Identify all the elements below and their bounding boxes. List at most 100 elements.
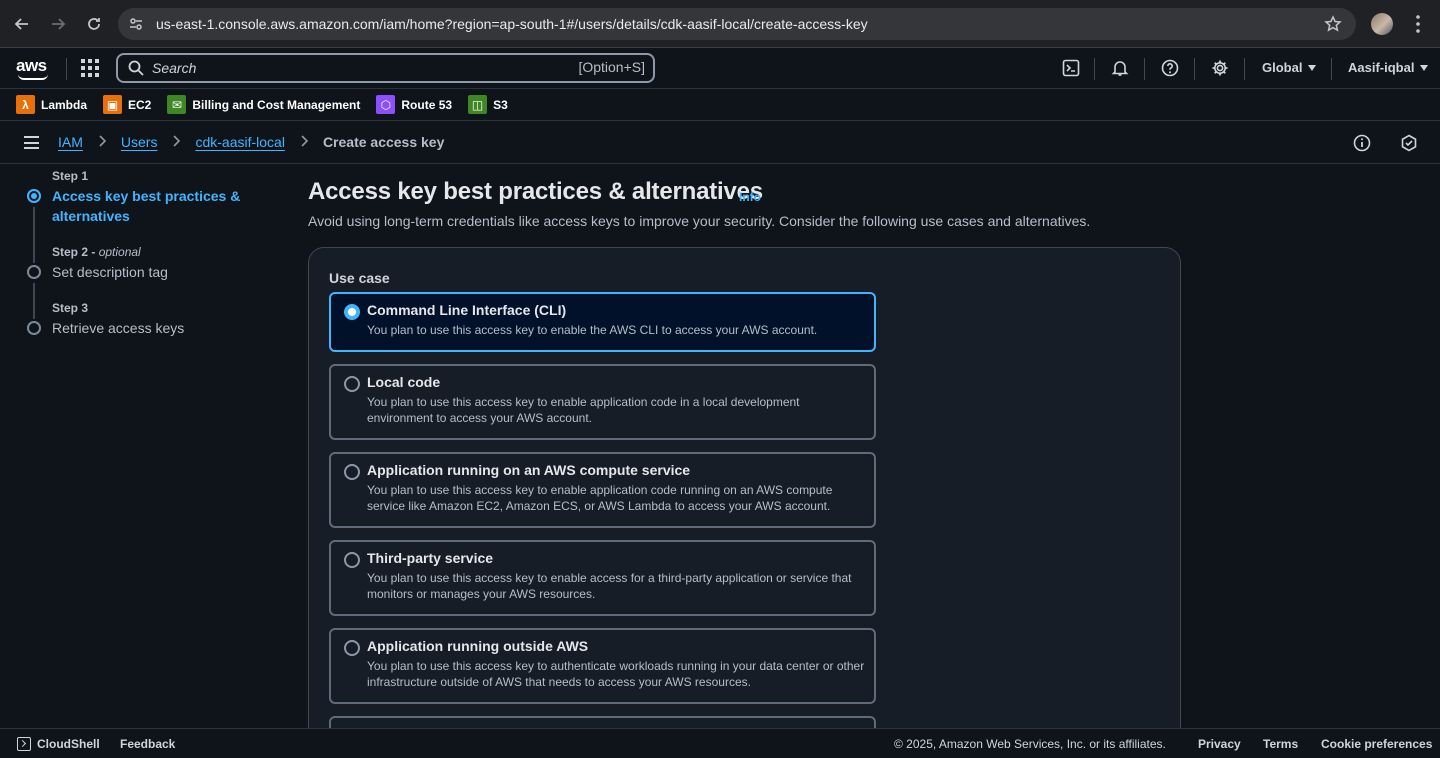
route53-icon: ⬡ (376, 95, 396, 114)
cloudshell-link[interactable]: CloudShell (37, 737, 100, 751)
favorite-route53[interactable]: ⬡ Route 53 (376, 95, 452, 114)
chevron-right-icon (171, 134, 181, 150)
option-description: You plan to use this access key to enabl… (367, 323, 818, 337)
option-title: Application running on an AWS compute se… (367, 462, 691, 478)
breadcrumb-user[interactable]: cdk-aasif-local (195, 134, 284, 150)
favorite-label: Route 53 (401, 97, 453, 112)
bookmark-star-icon[interactable] (1324, 15, 1342, 38)
aws-logo[interactable]: aws (16, 56, 48, 80)
option-title: Local code (367, 374, 441, 390)
site-settings-icon[interactable] (128, 16, 144, 32)
aws-logo-text: aws (16, 56, 47, 75)
privacy-link[interactable]: Privacy (1198, 737, 1241, 751)
step-3-title: Retrieve access keys (52, 320, 185, 336)
feedback-link[interactable]: Feedback (120, 737, 175, 751)
option-cli[interactable]: Command Line Interface (CLI) You plan to… (329, 292, 876, 352)
breadcrumb: IAM Users cdk-aasif-local Create access … (58, 134, 444, 150)
favorite-label: Billing and Cost Management (192, 97, 361, 112)
back-arrow-icon[interactable] (10, 12, 34, 36)
step-2-label: Step 2 - optional (52, 245, 141, 259)
step-2-title: Set description tag (52, 264, 168, 280)
terms-link[interactable]: Terms (1263, 737, 1298, 751)
favorite-lambda[interactable]: λ Lambda (16, 95, 87, 114)
radio-button[interactable] (344, 640, 360, 656)
lambda-icon: λ (16, 95, 35, 114)
cookie-preferences-link[interactable]: Cookie preferences (1321, 737, 1432, 751)
info-link[interactable]: Info (739, 190, 761, 204)
option-title: Third-party service (367, 550, 494, 566)
step-3-label: Step 3 (52, 301, 89, 315)
divider (66, 58, 67, 80)
option-description: You plan to use this access key to enabl… (367, 395, 800, 425)
bell-icon[interactable] (1111, 59, 1129, 77)
search-shortcut: [Option+S] (578, 59, 645, 75)
profile-avatar[interactable] (1371, 13, 1393, 35)
page-description: Avoid using long-term credentials like a… (308, 213, 1091, 229)
option-aws-compute[interactable]: Application running on an AWS compute se… (329, 452, 876, 528)
radio-button[interactable] (344, 552, 360, 568)
divider (1331, 58, 1332, 80)
console-footer: CloudShell Feedback © 2025, Amazon Web S… (0, 728, 1440, 758)
step-connector (33, 207, 35, 263)
favorite-label: Lambda (41, 97, 88, 112)
radio-button[interactable] (344, 376, 360, 392)
cloudshell-icon[interactable] (1062, 59, 1080, 77)
step-1-title[interactable]: Access key best practices & alternatives (52, 186, 252, 226)
account-menu[interactable]: Aasif-iqbal (1348, 60, 1429, 75)
divider (1244, 58, 1245, 80)
caret-down-icon (1420, 64, 1429, 71)
step-1-label: Step 1 (52, 169, 89, 183)
chevron-right-icon (299, 134, 309, 150)
step-2-optional: optional (98, 245, 141, 259)
favorite-s3[interactable]: ◫ S3 (468, 95, 508, 114)
radio-button[interactable] (344, 304, 360, 320)
option-description: You plan to use this access key to enabl… (367, 483, 833, 513)
page-title: Access key best practices & alternatives (308, 178, 763, 205)
gear-icon[interactable] (1211, 59, 1229, 77)
favorite-label: EC2 (128, 97, 152, 112)
option-third-party[interactable]: Third-party service You plan to use this… (329, 540, 876, 616)
breadcrumb-iam[interactable]: IAM (58, 134, 83, 150)
browser-menu-icon[interactable] (1410, 12, 1426, 41)
step-2-label-text: Step 2 (52, 245, 89, 259)
option-description: You plan to use this access key to authe… (367, 659, 865, 689)
forward-arrow-icon[interactable] (46, 12, 70, 36)
option-title: Command Line Interface (CLI) (367, 302, 567, 318)
chevron-right-icon (97, 134, 107, 150)
cloudshell-icon (17, 737, 31, 751)
services-grid-icon[interactable] (81, 59, 99, 77)
url-text: us-east-1.console.aws.amazon.com/iam/hom… (156, 16, 868, 32)
step-connector (33, 283, 35, 319)
account-name: Aasif-iqbal (1348, 60, 1415, 75)
s3-icon: ◫ (468, 95, 488, 114)
favorite-label: S3 (493, 97, 508, 112)
favorites-bar: λ Lambda ▣ EC2 ✉ Billing and Cost Manage… (0, 89, 1440, 121)
divider (1144, 58, 1145, 80)
region-label: Global (1262, 60, 1303, 75)
region-selector[interactable]: Global (1262, 60, 1317, 75)
option-outside-aws[interactable]: Application running outside AWS You plan… (329, 628, 876, 704)
option-local-code[interactable]: Local code You plan to use this access k… (329, 364, 876, 440)
guide-panel-icon[interactable] (1400, 134, 1418, 157)
breadcrumb-users[interactable]: Users (121, 134, 158, 150)
caret-down-icon (1308, 64, 1317, 71)
favorite-ec2[interactable]: ▣ EC2 (103, 95, 151, 114)
search-input[interactable] (152, 58, 532, 78)
breadcrumb-current: Create access key (322, 134, 445, 150)
radio-button[interactable] (344, 464, 360, 480)
option-title: Application running outside AWS (367, 638, 589, 654)
ec2-icon: ▣ (103, 95, 123, 114)
breadcrumb-bar: IAM Users cdk-aasif-local Create access … (0, 121, 1440, 164)
info-panel-icon[interactable] (1353, 134, 1371, 157)
use-case-label: Use case (329, 270, 390, 286)
search-box[interactable]: [Option+S] (116, 53, 655, 83)
step-1-indicator (27, 189, 41, 203)
help-icon[interactable] (1161, 59, 1179, 77)
favorite-billing[interactable]: ✉ Billing and Cost Management (167, 95, 360, 114)
option-description: You plan to use this access key to enabl… (367, 571, 852, 601)
menu-icon[interactable] (24, 136, 39, 149)
search-icon (128, 60, 144, 81)
divider (1094, 58, 1095, 80)
address-bar[interactable]: us-east-1.console.aws.amazon.com/iam/hom… (118, 8, 1356, 40)
reload-icon[interactable] (82, 12, 106, 36)
